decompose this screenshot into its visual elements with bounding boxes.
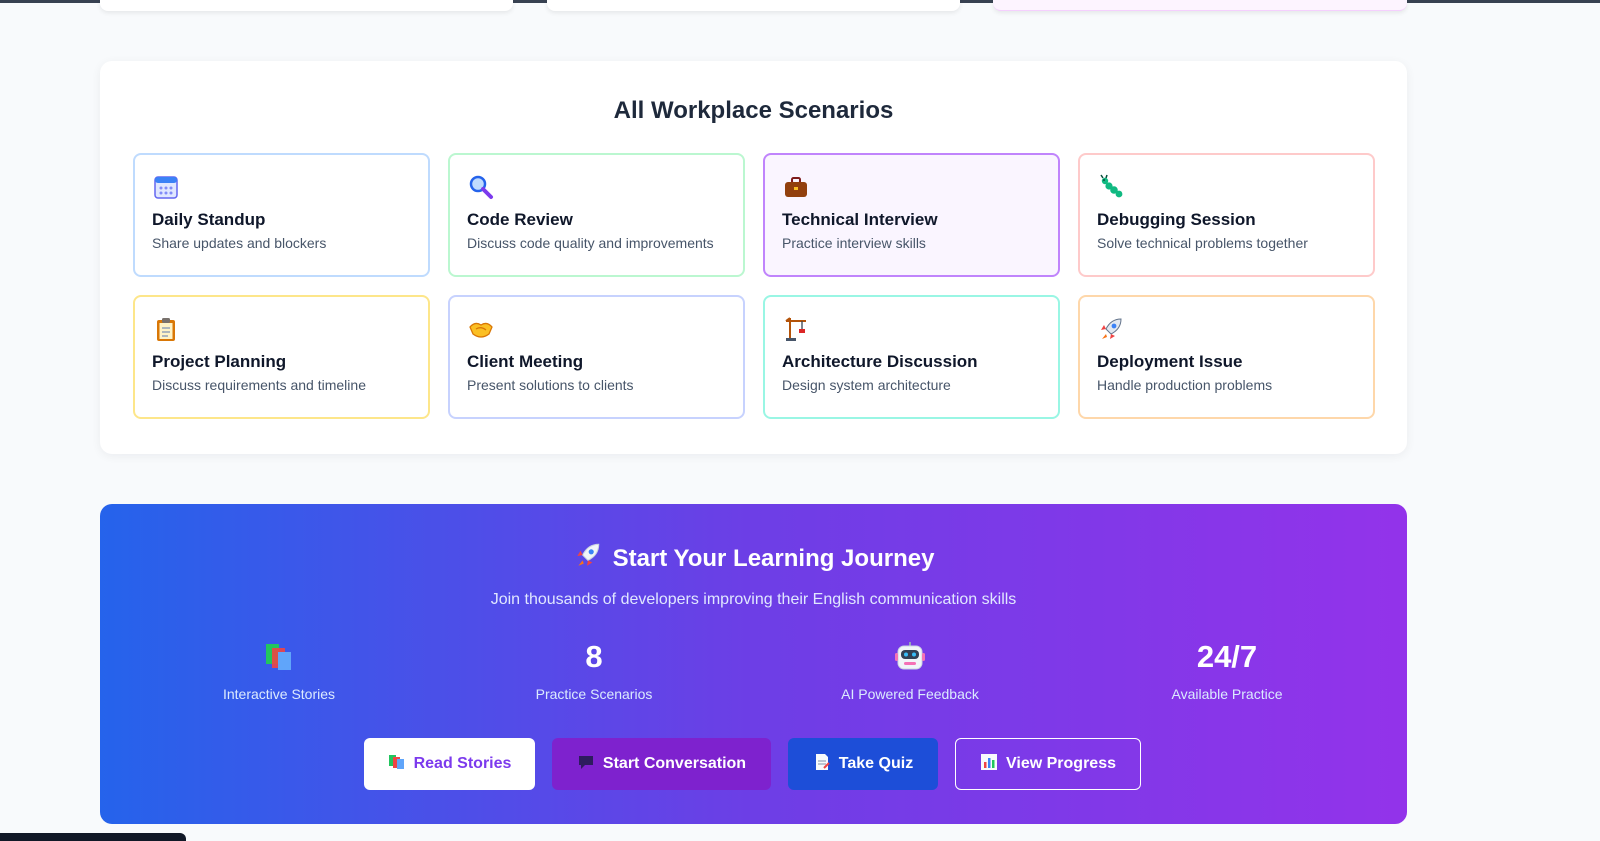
speech-icon	[577, 753, 595, 776]
stat-value: 24/7	[1196, 639, 1258, 674]
handshake-icon	[467, 315, 495, 343]
clipboard-icon	[152, 315, 180, 343]
robot-icon	[790, 638, 1030, 676]
magnifier-icon	[467, 173, 495, 201]
scenario-card-technical-interview[interactable]: Technical Interview Practice interview s…	[763, 153, 1060, 277]
scenario-card-code-review[interactable]: Code Review Discuss code quality and imp…	[448, 153, 745, 277]
scenario-title: Project Planning	[152, 352, 287, 371]
rocket-icon	[1097, 315, 1125, 343]
scenario-card-client-meeting[interactable]: Client Meeting Present solutions to clie…	[448, 295, 745, 419]
button-label: Take Quiz	[838, 755, 914, 772]
quiz-icon	[813, 753, 831, 776]
scenario-description: Discuss code quality and improvements	[467, 235, 714, 251]
scenario-title: Deployment Issue	[1097, 352, 1243, 371]
previous-card-stub	[993, 0, 1407, 11]
start-conversation-button[interactable]: Start Conversation	[552, 738, 771, 790]
bug-icon	[1097, 173, 1125, 201]
previous-card-stub	[100, 0, 513, 11]
button-label: Read Stories	[413, 755, 512, 772]
scenario-title: Daily Standup	[152, 210, 266, 229]
stat-ai-feedback: AI Powered Feedback	[790, 638, 1030, 702]
button-label: Start Conversation	[602, 755, 747, 772]
bottom-tooltip-tab	[0, 833, 186, 841]
stat-available-practice: 24/7 Available Practice	[1107, 638, 1347, 702]
calendar-icon	[152, 173, 180, 201]
scenario-card-architecture-discussion[interactable]: Architecture Discussion Design system ar…	[763, 295, 1060, 419]
scenario-description: Solve technical problems together	[1097, 235, 1308, 251]
scenario-card-project-planning[interactable]: Project Planning Discuss requirements an…	[133, 295, 430, 419]
hero-title-row: Start Your Learning Journey	[100, 540, 1407, 577]
rocket-icon	[573, 540, 603, 577]
scenario-description: Present solutions to clients	[467, 377, 634, 393]
scenario-description: Practice interview skills	[782, 235, 926, 251]
crane-icon	[782, 315, 810, 343]
hero-subtitle: Join thousands of developers improving t…	[490, 591, 1017, 608]
scenario-card-daily-standup[interactable]: Daily Standup Share updates and blockers	[133, 153, 430, 277]
learning-journey-banner: Start Your Learning Journey Join thousan…	[100, 504, 1407, 824]
scenario-description: Share updates and blockers	[152, 235, 327, 251]
view-progress-button[interactable]: View Progress	[955, 738, 1141, 790]
section-title: All Workplace Scenarios	[613, 97, 894, 124]
scenario-title: Code Review	[467, 210, 573, 229]
stat-label: AI Powered Feedback	[841, 686, 979, 702]
stat-label: Available Practice	[1171, 686, 1283, 702]
hero-title: Start Your Learning Journey	[612, 544, 935, 572]
stat-value: 8	[585, 639, 603, 674]
take-quiz-button[interactable]: Take Quiz	[788, 738, 938, 790]
button-label: View Progress	[1006, 755, 1116, 772]
read-stories-button[interactable]: Read Stories	[364, 738, 535, 790]
chart-icon	[980, 753, 998, 776]
scenario-title: Client Meeting	[467, 352, 584, 371]
scenario-card-deployment-issue[interactable]: Deployment Issue Handle production probl…	[1078, 295, 1375, 419]
scenario-description: Handle production problems	[1097, 377, 1273, 393]
scenario-title: Technical Interview	[782, 210, 938, 229]
scenario-title: Architecture Discussion	[782, 352, 978, 371]
workplace-scenarios-panel: All Workplace Scenarios Daily Standup Sh…	[100, 61, 1407, 454]
books-icon	[388, 753, 406, 776]
scenario-card-debugging-session[interactable]: Debugging Session Solve technical proble…	[1078, 153, 1375, 277]
previous-card-stub	[547, 0, 960, 11]
briefcase-icon	[782, 173, 810, 201]
stat-label: Practice Scenarios	[535, 686, 653, 702]
stat-practice-scenarios: 8 Practice Scenarios	[474, 638, 714, 702]
stat-interactive-stories: Interactive Stories	[159, 638, 399, 702]
books-icon	[159, 638, 399, 676]
stat-label: Interactive Stories	[222, 686, 336, 702]
scenario-description: Design system architecture	[782, 377, 951, 393]
scenario-title: Debugging Session	[1097, 210, 1256, 229]
scenario-description: Discuss requirements and timeline	[152, 377, 366, 393]
scenario-grid: Daily Standup Share updates and blockers…	[133, 153, 1375, 419]
